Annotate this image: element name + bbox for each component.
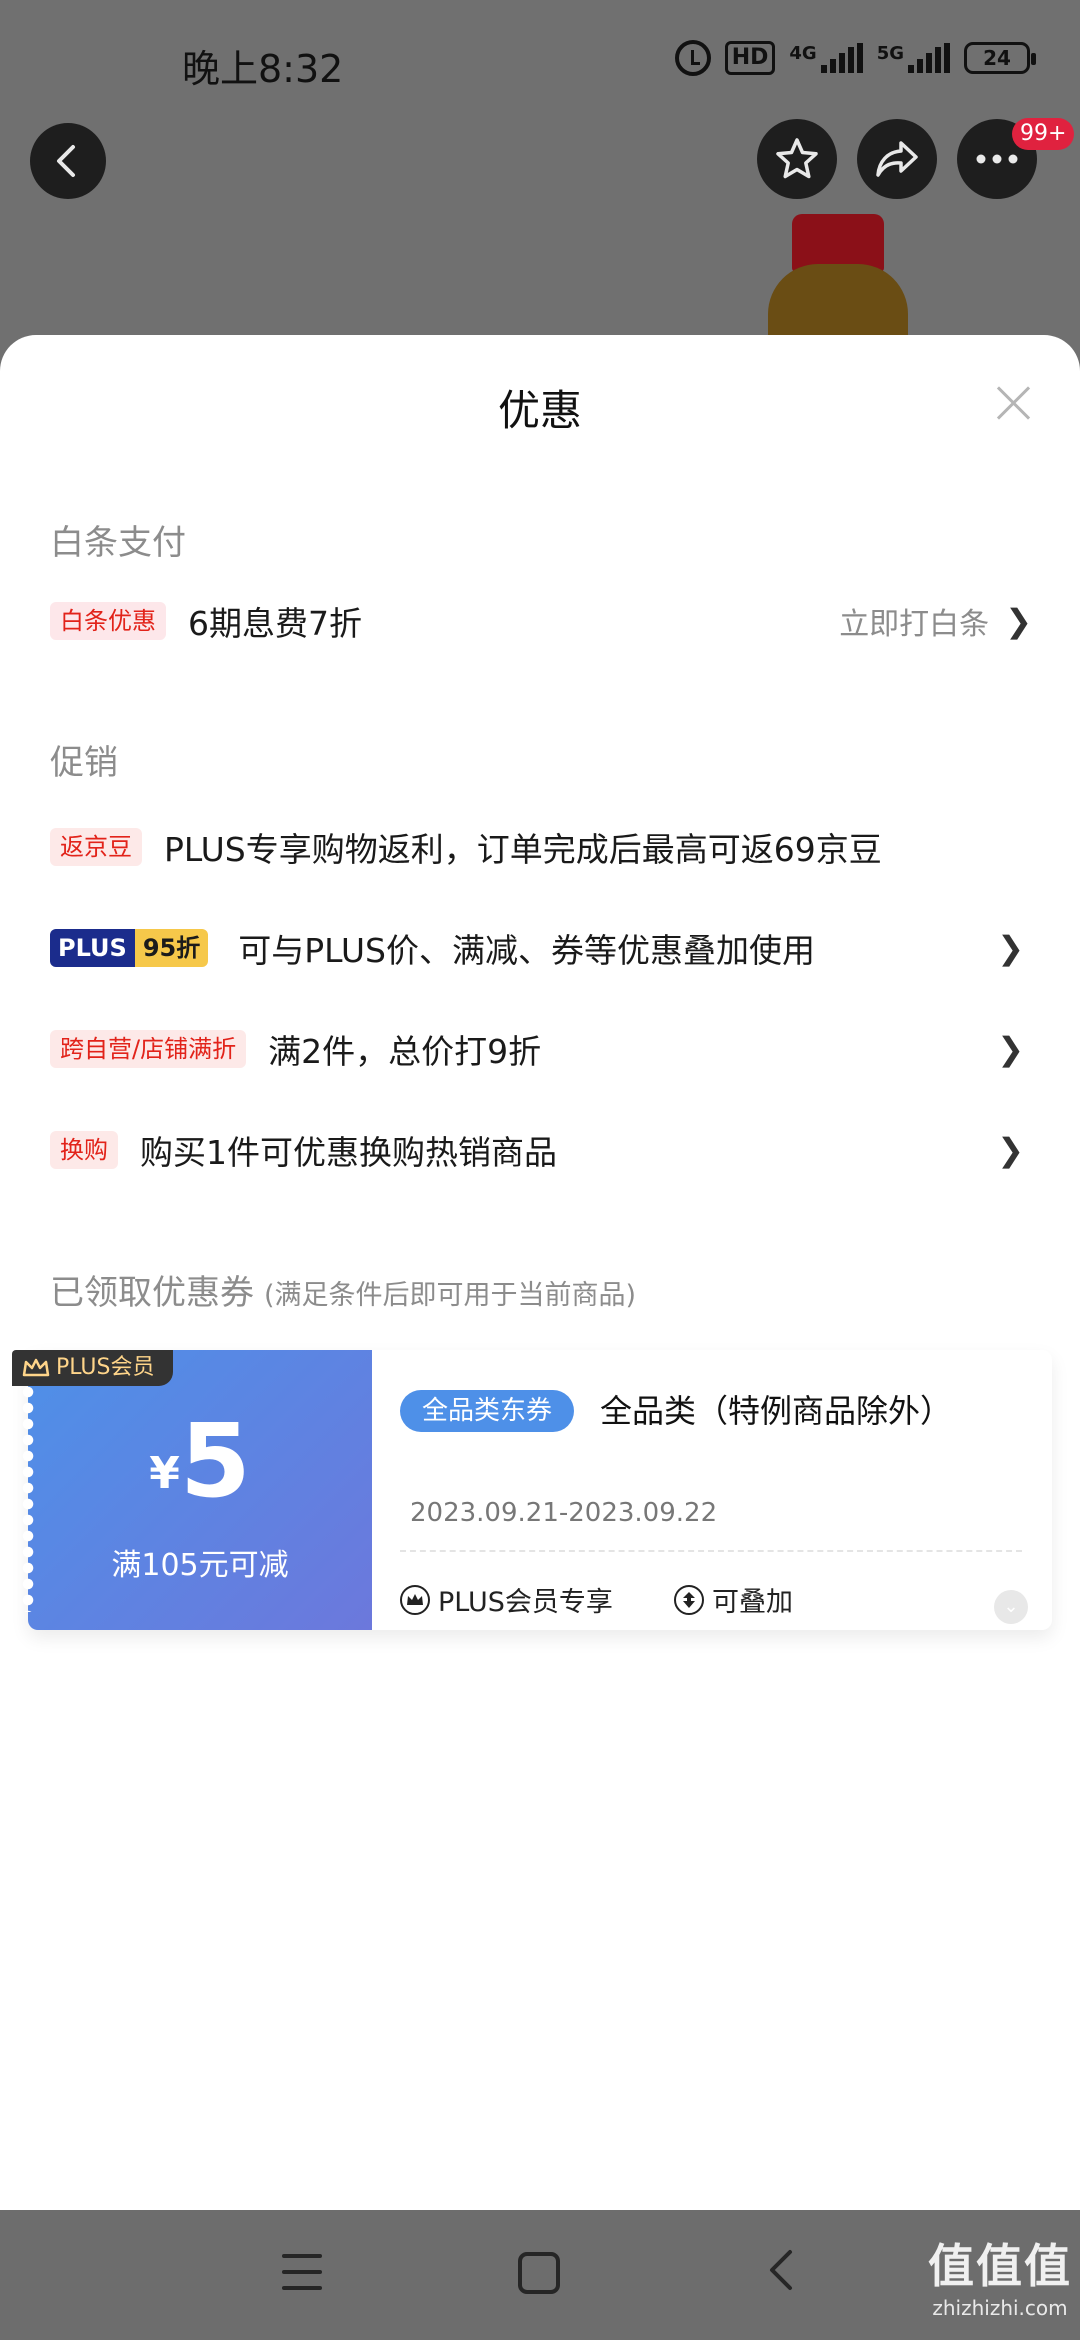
plus-text: 可与PLUS价、满减、券等优惠叠加使用 [238,931,815,970]
nav-back-button[interactable] [760,2240,800,2314]
coupon-category-tag: 全品类东券 [400,1390,575,1432]
plus-member-label: PLUS会员 [12,1350,173,1386]
promo-section-label: 促销 [50,743,118,783]
crown-icon [22,1358,50,1377]
nav-home-button[interactable] [518,2252,560,2294]
promo-row-huangou[interactable]: 换购 购买1件可优惠换购热销商品 ❯ [0,1120,1080,1180]
share-icon [876,141,918,177]
coupon-perk-plus: PLUS会员专享 [400,1580,613,1619]
signal-5g-icon: 5G [877,43,950,73]
star-icon [776,138,818,179]
back-button[interactable] [30,123,106,199]
plus-tag-discount: 95折 [134,929,209,967]
huangou-text: 购买1件可优惠换购热销商品 [140,1133,557,1172]
chevron-right-icon: ❯ [997,929,1024,967]
status-time: 晚上8:32 [182,47,344,91]
promo-row-plus[interactable]: PLUS 95折 可与PLUS价、满减、券等优惠叠加使用 ❯ [0,918,1080,978]
baitiao-row[interactable]: 白条优惠 6期息费7折 立即打白条 ❯ [0,591,1080,651]
coupon-divider [400,1550,1022,1552]
jingdou-tag: 返京豆 [50,828,142,866]
currency-symbol: ¥ [149,1448,180,1499]
baitiao-action-label: 立即打白条 [839,607,990,642]
chevron-left-icon [57,145,75,177]
coupon-section-note: (满足条件后即可用于当前商品) [264,1280,637,1311]
signal-5g-label: 5G [876,43,904,64]
watermark-url: zhizhizhi.com [932,2296,1068,2320]
chevron-right-icon: ❯ [997,1030,1024,1068]
baitiao-text: 6期息费7折 [188,604,362,643]
manzhe-tag: 跨自营/店铺满折 [50,1030,247,1068]
coupon-perk-stack: 可叠加 [674,1580,793,1619]
coupon-section-title: 已领取优惠券 [50,1273,254,1313]
chevron-right-icon: ❯ [997,1131,1024,1169]
status-icons: HD 4G 5G 24 [674,40,1036,76]
signal-4g-icon: 4G [789,43,863,73]
watermark-logo: 值值值 [928,2239,1072,2293]
nav-back-icon [770,2250,792,2290]
plus-member-text: PLUS会员 [56,1355,155,1380]
plus-discount-tag: PLUS 95折 [50,929,209,967]
plus-tag-label: PLUS [50,929,135,967]
watermark: 值值值 zhizhizhi.com [928,2230,1072,2320]
hd-icon: HD [724,41,776,75]
nav-menu-button[interactable] [282,2254,322,2290]
battery-icon: 24 [964,42,1036,74]
baitiao-action[interactable]: 立即打白条 ❯ [839,599,1032,643]
chevron-right-icon: ❯ [1005,602,1032,640]
close-icon[interactable] [996,385,1032,421]
promotion-sheet: 优惠 白条支付 白条优惠 6期息费7折 立即打白条 ❯ 促销 返京豆 PLUS专… [0,335,1080,2210]
coupon-detail-panel: 全品类东券 全品类（特例商品除外） 2023.09.21-2023.09.22 … [372,1350,1052,1630]
huangou-tag: 换购 [50,1131,118,1169]
crown-icon [400,1584,430,1615]
coupon-card[interactable]: PLUS会员 ¥5 满105元可减 全品类东券 全品类（特例商品除外） 2023… [12,1350,1052,1630]
coupon-condition: 满105元可减 [111,1548,289,1583]
more-icon [976,154,1018,164]
baitiao-tag: 白条优惠 [50,602,166,640]
stack-icon [674,1584,704,1615]
baitiao-section-label: 白条支付 [50,523,186,563]
expand-chevron-icon[interactable]: ⌄ [994,1590,1028,1624]
signal-4g-label: 4G [789,43,817,64]
coupon-value-panel: PLUS会员 ¥5 满105元可减 [12,1350,372,1630]
coupon-date-range: 2023.09.21-2023.09.22 [410,1498,718,1528]
manzhe-text: 满2件，总价打9折 [268,1032,542,1071]
system-nav-bar: 值值值 zhizhizhi.com [0,2210,1080,2340]
alarm-icon [674,40,711,76]
coupon-perk-stack-text: 可叠加 [712,1587,793,1618]
favorite-button[interactable] [757,119,837,199]
share-button[interactable] [857,119,937,199]
coupon-category-text: 全品类（特例商品除外） [600,1392,953,1430]
sheet-title: 优惠 [497,386,582,435]
coupon-amount-value: 5 [179,1402,251,1521]
jingdou-text: PLUS专享购物返利，订单完成后最高可返69京豆 [164,830,882,869]
coupon-amount: ¥5 [28,1402,372,1521]
status-bar: 晚上8:32 HD 4G 5G 24 [0,0,1080,120]
promo-row-jingdou: 返京豆 PLUS专享购物返利，订单完成后最高可返69京豆 [0,817,1080,877]
coupon-section-label: 已领取优惠券 (满足条件后即可用于当前商品) [50,1265,636,1314]
promo-row-manzhe[interactable]: 跨自营/店铺满折 满2件，总价打9折 ❯ [0,1019,1080,1079]
coupon-perk-plus-text: PLUS会员专享 [438,1587,613,1618]
notification-badge: 99+ [1012,118,1075,150]
